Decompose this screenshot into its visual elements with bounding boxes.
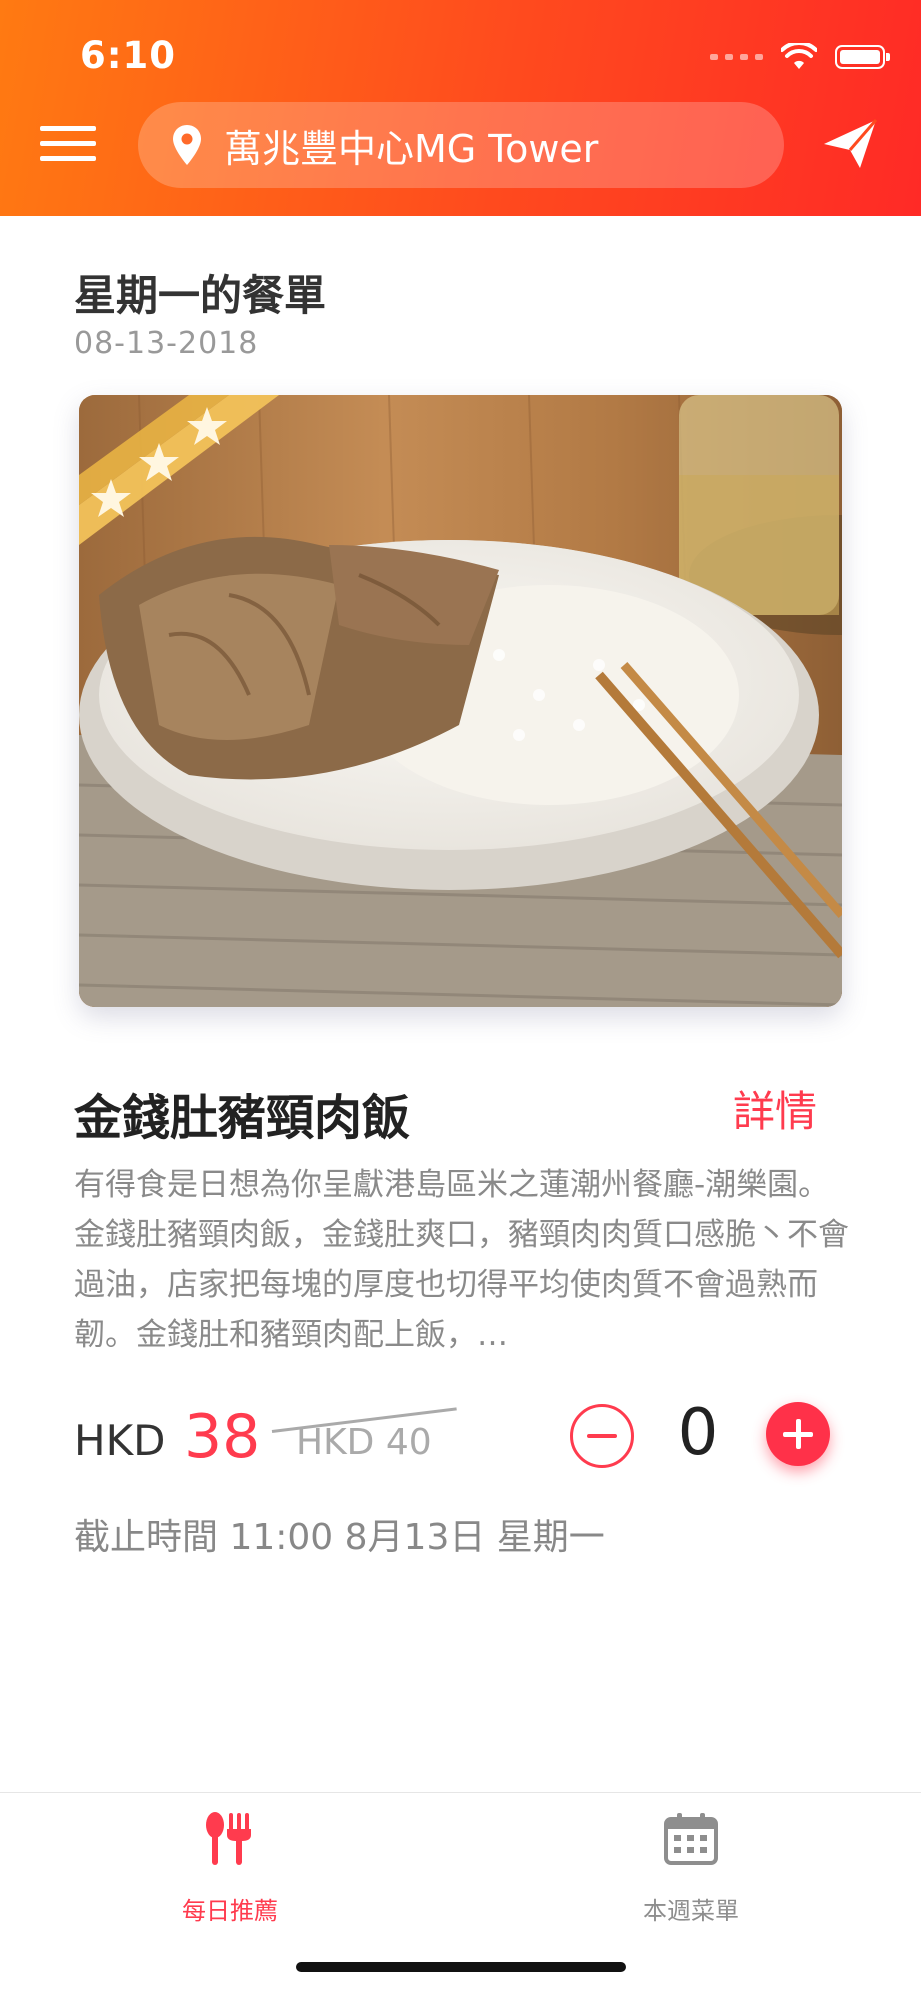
tab-daily-recommendation[interactable]: 每日推薦 (130, 1793, 330, 1925)
menu-title: 星期一的餐單 (74, 271, 327, 320)
details-link[interactable]: 詳情 (733, 1078, 817, 1139)
cutlery-icon (206, 1812, 251, 1865)
quantity-value: 0 (677, 1396, 719, 1470)
menu-button[interactable] (40, 126, 96, 166)
price-value: 38 (184, 1402, 261, 1472)
dish-description: 有得食是日想為你呈獻港島區米之蓮潮州餐廳-潮樂園。金錢肚豬頸肉飯，金錢肚爽口，豬… (74, 1167, 849, 1353)
status-time: 6:10 (80, 34, 177, 77)
decrease-quantity-button[interactable] (570, 1404, 634, 1468)
calendar-icon (664, 1813, 718, 1865)
status-icons (710, 40, 890, 74)
send-icon[interactable] (822, 118, 878, 170)
menu-date: 08-13-2018 (74, 326, 259, 361)
tab-label-weekly: 本週菜單 (643, 1897, 739, 1925)
home-indicator[interactable] (296, 1962, 626, 1972)
price-currency: HKD (74, 1416, 166, 1465)
location-selector[interactable]: 萬兆豐中心MG Tower (138, 102, 784, 188)
order-deadline: 截止時間 11:00 8月13日 星期一 (74, 1517, 605, 1558)
tab-label-daily: 每日推薦 (182, 1897, 278, 1925)
tab-weekly-menu[interactable]: 本週菜單 (591, 1793, 791, 1925)
signal-icon (710, 54, 763, 60)
location-label: 萬兆豐中心MG Tower (224, 126, 599, 171)
dish-name: 金錢肚豬頸肉飯 (74, 1090, 411, 1146)
app-header: 6:10 萬兆豐中心MG Tower (0, 0, 921, 216)
original-price: HKD 40 (296, 1422, 432, 1463)
increase-quantity-button[interactable] (766, 1402, 830, 1466)
location-pin-icon (173, 125, 201, 165)
battery-icon (835, 45, 890, 69)
wifi-icon (781, 43, 817, 69)
dish-photo[interactable] (79, 395, 842, 1007)
